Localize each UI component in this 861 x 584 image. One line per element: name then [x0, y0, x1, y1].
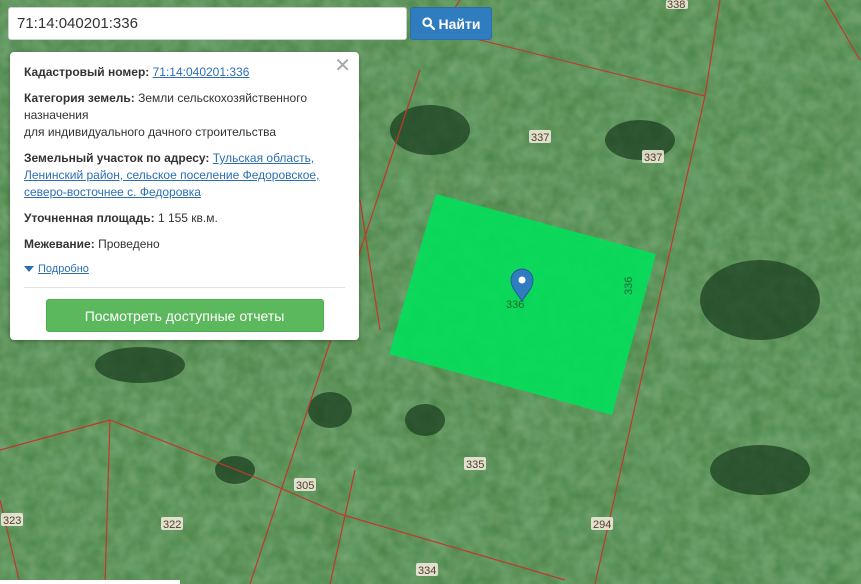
svg-text:305: 305 — [296, 480, 314, 492]
parcel-label-294: 294 — [591, 517, 613, 531]
cadastral-number-label: Кадастровый номер: — [24, 65, 150, 79]
map-bottom-strip — [0, 580, 180, 584]
details-link[interactable]: Подробно — [38, 263, 89, 275]
land-category-value-line1: Земли сельскохозяйственного — [138, 91, 308, 105]
survey-row: Межевание: Проведено — [24, 236, 345, 253]
svg-text:322: 322 — [163, 519, 181, 531]
parcel-label-323: 323 — [1, 513, 23, 527]
details-toggle[interactable]: Подробно — [24, 263, 345, 275]
area-row: Уточненная площадь: 1 155 кв.м. — [24, 210, 345, 227]
caret-down-icon — [24, 266, 34, 272]
search-button[interactable]: Найти — [410, 7, 492, 40]
panel-divider — [24, 287, 345, 288]
parcel-label-322: 322 — [161, 517, 183, 531]
parcel-label-337: 337 — [529, 130, 551, 144]
svg-text:337: 337 — [531, 132, 549, 144]
search-icon — [421, 17, 435, 30]
survey-label: Межевание: — [24, 237, 95, 251]
parcel-label-305: 305 — [294, 478, 316, 492]
address-label: Земельный участок по адресу: — [24, 151, 210, 165]
svg-text:336: 336 — [623, 277, 635, 295]
search-input[interactable] — [8, 7, 407, 40]
parcel-label-336-side: 336 — [623, 277, 635, 295]
svg-text:323: 323 — [3, 515, 21, 527]
parcel-label-337-side: 337 — [642, 150, 664, 164]
address-link-line3[interactable]: северо-восточнее с. Федоровка — [24, 185, 201, 199]
address-row: Земельный участок по адресу: Тульская об… — [24, 150, 345, 201]
svg-text:337: 337 — [644, 152, 662, 164]
view-reports-button[interactable]: Посмотреть доступные отчеты — [45, 299, 324, 332]
svg-text:334: 334 — [418, 565, 436, 577]
search-bar: Найти — [8, 7, 492, 40]
cadastral-number-link[interactable]: 71:14:040201:336 — [153, 65, 250, 79]
land-category-row: Категория земель: Земли сельскохозяйстве… — [24, 90, 345, 141]
area-value: 1 155 кв.м. — [157, 211, 218, 225]
parcel-label-338: 338 — [666, 0, 688, 11]
area-label: Уточненная площадь: — [24, 211, 155, 225]
land-category-value-line2: назначения — [24, 108, 89, 122]
address-link-line1[interactable]: Тульская область, — [213, 151, 314, 165]
parcel-info-panel: ✕ Кадастровый номер: 71:14:040201:336 Ка… — [10, 52, 359, 340]
parcel-label-335: 335 — [464, 457, 486, 471]
close-icon[interactable]: ✕ — [334, 55, 351, 77]
search-button-label: Найти — [438, 15, 481, 32]
cadastral-number-row: Кадастровый номер: 71:14:040201:336 — [24, 64, 345, 81]
svg-text:294: 294 — [593, 519, 611, 531]
svg-text:338: 338 — [667, 0, 685, 11]
land-category-label: Категория земель: — [24, 91, 135, 105]
parcel-label-334: 334 — [416, 563, 438, 577]
land-category-value-line3: для индивидуального дачного строительств… — [24, 125, 277, 139]
svg-text:335: 335 — [466, 459, 484, 471]
address-link-line2[interactable]: Ленинский район, сельское поселение Федо… — [24, 168, 319, 182]
survey-value: Проведено — [98, 237, 160, 251]
